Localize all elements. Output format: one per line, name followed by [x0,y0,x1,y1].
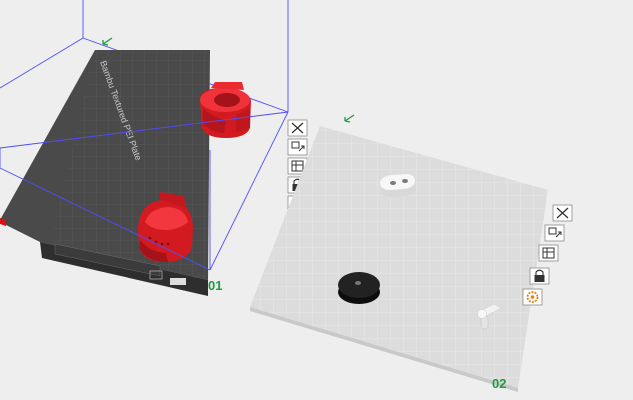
plate-2-arrange-button[interactable] [544,224,565,242]
plate-2-orient-button[interactable] [538,244,559,262]
3d-viewport[interactable]: Bambu Textured PEI Plate 01 02 [0,0,633,400]
plate-2-number: 02 [492,376,506,391]
plate-1-close-button[interactable] [287,119,308,137]
plate-1[interactable]: Bambu Textured PEI Plate 01 [0,0,308,296]
plate-1-arrange-button[interactable] [287,138,308,156]
white-bracket-part[interactable] [380,174,416,197]
plate-2[interactable]: 02 [250,114,573,392]
plate-2-close-button[interactable] [552,204,573,222]
plate-1-number: 01 [208,278,222,293]
plate-2-settings-button[interactable] [522,288,543,306]
plate-1-edit-icon[interactable] [102,37,113,46]
plate-2-edit-icon[interactable] [344,114,355,123]
plate-2-lock-button[interactable] [529,267,550,285]
red-cylinder-part[interactable] [200,82,251,138]
black-ring-part[interactable] [338,272,380,304]
